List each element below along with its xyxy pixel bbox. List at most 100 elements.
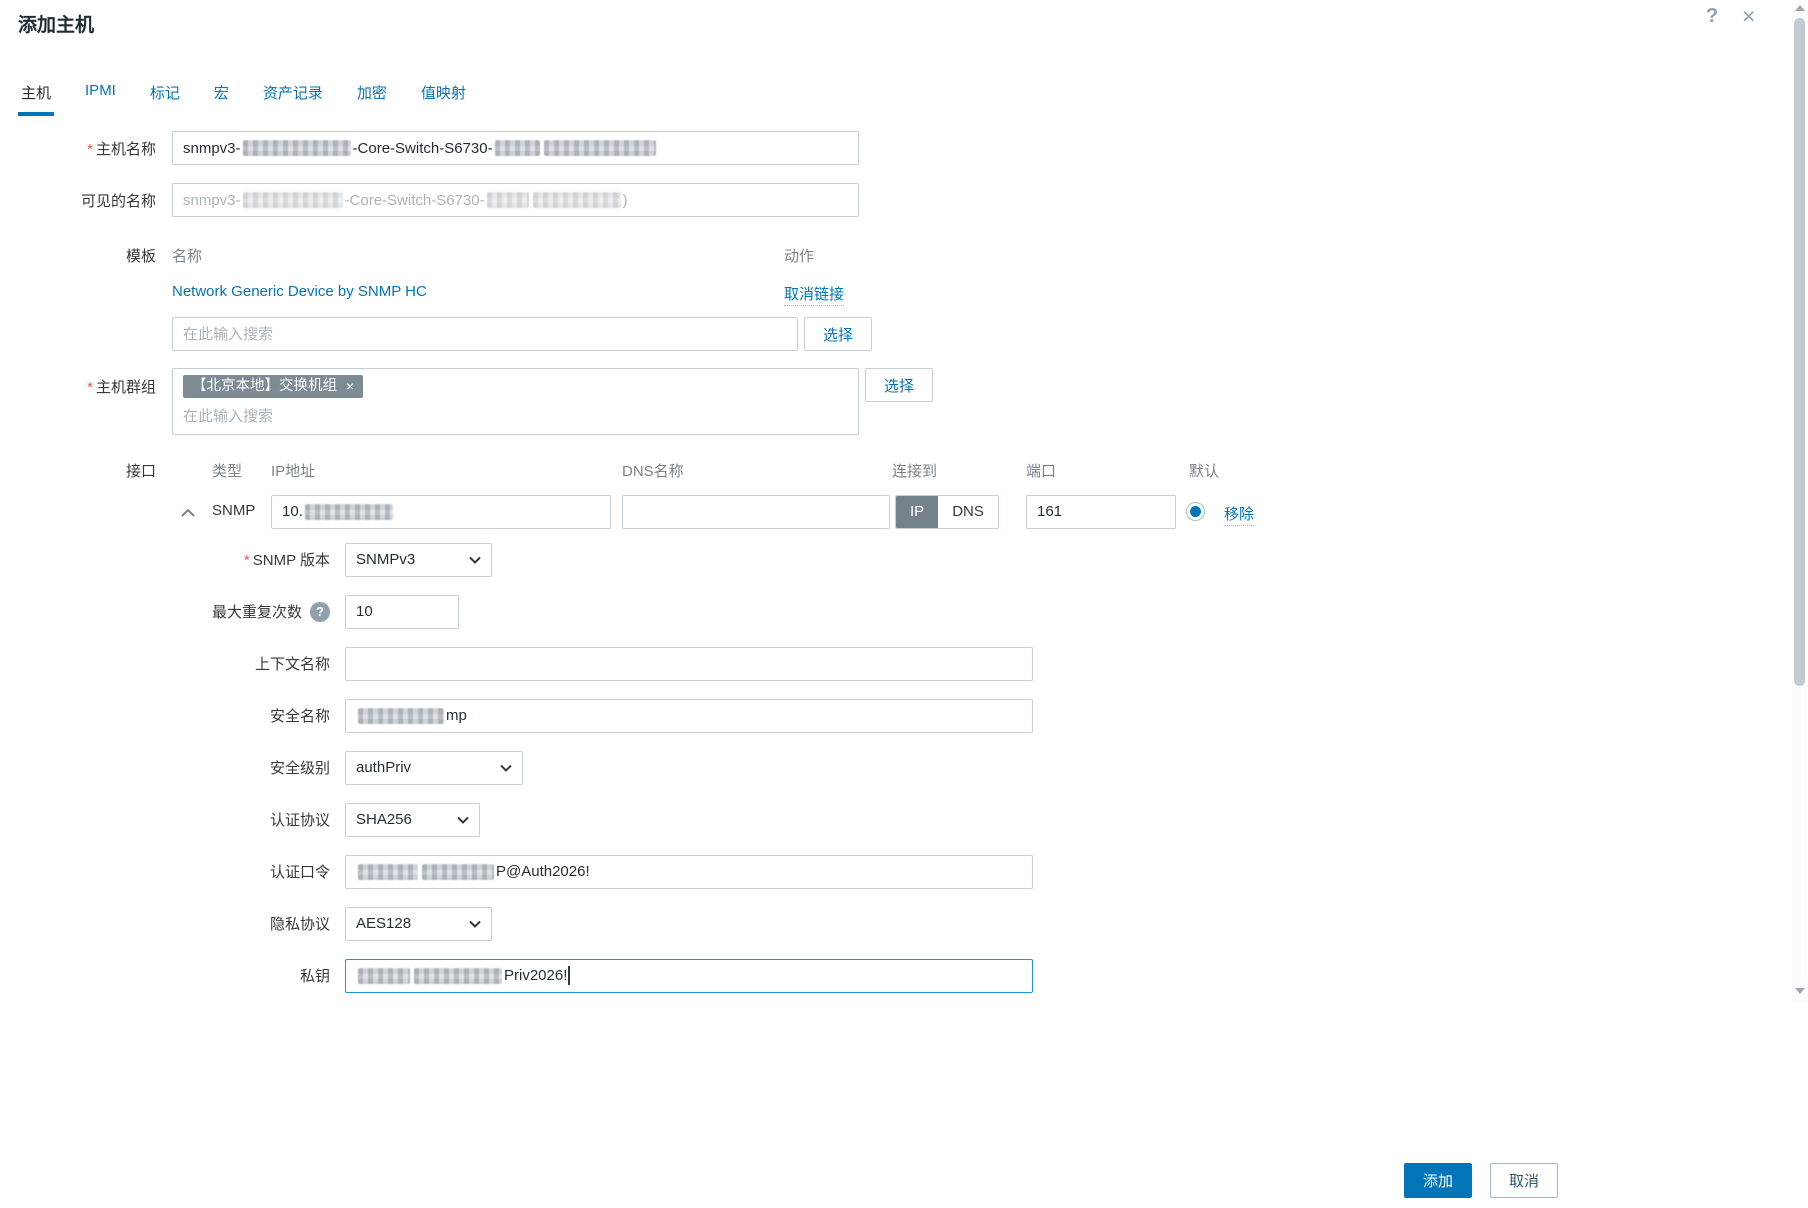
required-star: * bbox=[87, 141, 93, 158]
host-groups-multiselect[interactable]: 【北京本地】交换机组 × 在此输入搜索 bbox=[172, 368, 859, 435]
text-cursor bbox=[568, 966, 570, 985]
template-select-button[interactable]: 选择 bbox=[804, 317, 872, 351]
interfaces-label: 接口 bbox=[0, 453, 172, 481]
chevron-down-icon bbox=[500, 764, 512, 772]
chip-remove-icon[interactable]: × bbox=[346, 379, 354, 393]
tab-tags[interactable]: 标记 bbox=[147, 74, 183, 116]
visible-name-label: 可见的名称 bbox=[0, 190, 172, 211]
cancel-button[interactable]: 取消 bbox=[1490, 1163, 1558, 1198]
host-name-text: snmpv3- bbox=[183, 140, 241, 157]
redacted-text bbox=[358, 864, 418, 880]
connect-to-toggle: IP DNS bbox=[895, 495, 999, 529]
security-name-field[interactable]: mp bbox=[345, 699, 1033, 733]
if-header-port: 端口 bbox=[1026, 460, 1056, 481]
security-level-label: 安全级别 bbox=[0, 757, 345, 778]
tab-inventory[interactable]: 资产记录 bbox=[260, 74, 326, 116]
interface-type-value: SNMP bbox=[212, 502, 255, 519]
tab-ipmi[interactable]: IPMI bbox=[82, 74, 119, 116]
tab-macros[interactable]: 宏 bbox=[211, 74, 232, 116]
template-action-header: 动作 bbox=[784, 245, 814, 266]
host-name-text: -Core-Switch-S6730- bbox=[353, 140, 493, 157]
if-header-default: 默认 bbox=[1189, 460, 1219, 481]
chevron-down-icon bbox=[457, 816, 469, 824]
security-level-select[interactable]: authPriv bbox=[345, 751, 523, 785]
redacted-text bbox=[305, 504, 393, 520]
tab-host[interactable]: 主机 bbox=[18, 74, 54, 116]
redacted-text bbox=[544, 140, 656, 156]
scrollbar-thumb[interactable] bbox=[1794, 18, 1805, 686]
privacy-protocol-label: 隐私协议 bbox=[0, 913, 345, 934]
snmp-version-select[interactable]: SNMPv3 bbox=[345, 543, 492, 577]
interface-port-input[interactable] bbox=[1026, 495, 1176, 529]
interface-ip-field[interactable]: 10. bbox=[271, 495, 611, 529]
add-button[interactable]: 添加 bbox=[1404, 1163, 1472, 1198]
context-name-label: 上下文名称 bbox=[0, 653, 345, 674]
vertical-scrollbar[interactable] bbox=[1792, 0, 1807, 1002]
close-icon[interactable]: × bbox=[1742, 2, 1755, 30]
snmp-interface-row: SNMP 10. IP DNS 移除 bbox=[172, 495, 1570, 531]
linked-template-row: Network Generic Device by SNMP HC 取消链接 bbox=[172, 283, 872, 303]
redacted-text bbox=[243, 140, 351, 156]
auth-protocol-select[interactable]: SHA256 bbox=[345, 803, 480, 837]
connect-ip-button[interactable]: IP bbox=[896, 496, 938, 528]
security-name-label: 安全名称 bbox=[0, 705, 345, 726]
redacted-text bbox=[422, 864, 494, 880]
default-interface-radio[interactable] bbox=[1186, 502, 1205, 521]
host-group-chip: 【北京本地】交换机组 × bbox=[183, 375, 363, 398]
tab-encryption[interactable]: 加密 bbox=[354, 74, 390, 116]
host-groups-select-button[interactable]: 选择 bbox=[865, 368, 933, 402]
required-star: * bbox=[87, 379, 93, 396]
redacted-text bbox=[414, 968, 502, 984]
redacted-text bbox=[495, 140, 540, 156]
privacy-protocol-select[interactable]: AES128 bbox=[345, 907, 492, 941]
tab-valuemaps[interactable]: 值映射 bbox=[418, 74, 469, 116]
host-form: *主机名称 snmpv3- -Core-Switch-S6730- 可见的名称 s… bbox=[0, 131, 1570, 1011]
page-title: 添加主机 bbox=[18, 10, 94, 37]
max-repetitions-input[interactable] bbox=[345, 595, 459, 629]
interface-dns-field[interactable] bbox=[622, 495, 890, 529]
add-host-dialog: 添加主机 ? × 主机 IPMI 标记 宏 资产记录 加密 值映射 *主机名称 … bbox=[0, 0, 1808, 1208]
redacted-text bbox=[358, 968, 410, 984]
chevron-down-icon bbox=[469, 920, 481, 928]
linked-template-link[interactable]: Network Generic Device by SNMP HC bbox=[172, 283, 427, 300]
interface-block: 类型 IP地址 DNS名称 连接到 端口 默认 SNMP 10. bbox=[172, 453, 1570, 531]
scrollbar-up-arrow-icon[interactable] bbox=[1795, 5, 1805, 11]
help-circle-icon[interactable]: ? bbox=[310, 602, 330, 622]
connect-dns-button[interactable]: DNS bbox=[938, 496, 998, 528]
if-header-connect: 连接到 bbox=[892, 460, 937, 481]
if-header-type: 类型 bbox=[212, 460, 242, 481]
required-star: * bbox=[244, 552, 250, 569]
collapse-chevron-up-icon[interactable] bbox=[180, 505, 196, 522]
templates-block: 名称 动作 Network Generic Device by SNMP HC … bbox=[172, 235, 872, 351]
if-header-ip: IP地址 bbox=[271, 460, 315, 481]
redacted-text bbox=[487, 192, 529, 208]
tab-bar: 主机 IPMI 标记 宏 资产记录 加密 值映射 bbox=[18, 74, 469, 116]
scrollbar-down-arrow-icon[interactable] bbox=[1795, 988, 1805, 994]
template-search-input[interactable] bbox=[172, 317, 798, 351]
snmp-version-label: *SNMP 版本 bbox=[0, 549, 345, 570]
dialog-footer: 添加 取消 bbox=[0, 1163, 1570, 1198]
auth-protocol-label: 认证协议 bbox=[0, 809, 345, 830]
max-repetitions-label: 最大重复次数 ? bbox=[0, 601, 345, 622]
unlink-template-link[interactable]: 取消链接 bbox=[784, 283, 844, 306]
host-groups-label: *主机群组 bbox=[0, 368, 172, 397]
visible-name-field[interactable]: snmpv3--Core-Switch-S6730-) bbox=[172, 183, 859, 217]
templates-label: 模板 bbox=[0, 235, 172, 266]
priv-key-label: 私钥 bbox=[0, 965, 345, 986]
if-header-dns: DNS名称 bbox=[622, 460, 684, 481]
remove-interface-link[interactable]: 移除 bbox=[1224, 503, 1254, 526]
help-icon[interactable]: ? bbox=[1706, 2, 1718, 30]
host-name-label: *主机名称 bbox=[0, 138, 172, 159]
auth-passphrase-label: 认证口令 bbox=[0, 861, 345, 882]
redacted-text bbox=[243, 192, 343, 208]
template-name-header: 名称 bbox=[172, 248, 202, 265]
host-groups-search-placeholder[interactable]: 在此输入搜索 bbox=[183, 405, 848, 426]
context-name-input[interactable] bbox=[345, 647, 1033, 681]
auth-passphrase-field[interactable]: P@Auth2026! bbox=[345, 855, 1033, 889]
priv-key-field[interactable]: Priv2026! bbox=[345, 959, 1033, 993]
redacted-text bbox=[358, 708, 444, 724]
host-group-chip-label: 【北京本地】交换机组 bbox=[192, 379, 337, 394]
redacted-text bbox=[533, 192, 621, 208]
chevron-down-icon bbox=[469, 556, 481, 564]
host-name-field[interactable]: snmpv3- -Core-Switch-S6730- bbox=[172, 131, 859, 165]
